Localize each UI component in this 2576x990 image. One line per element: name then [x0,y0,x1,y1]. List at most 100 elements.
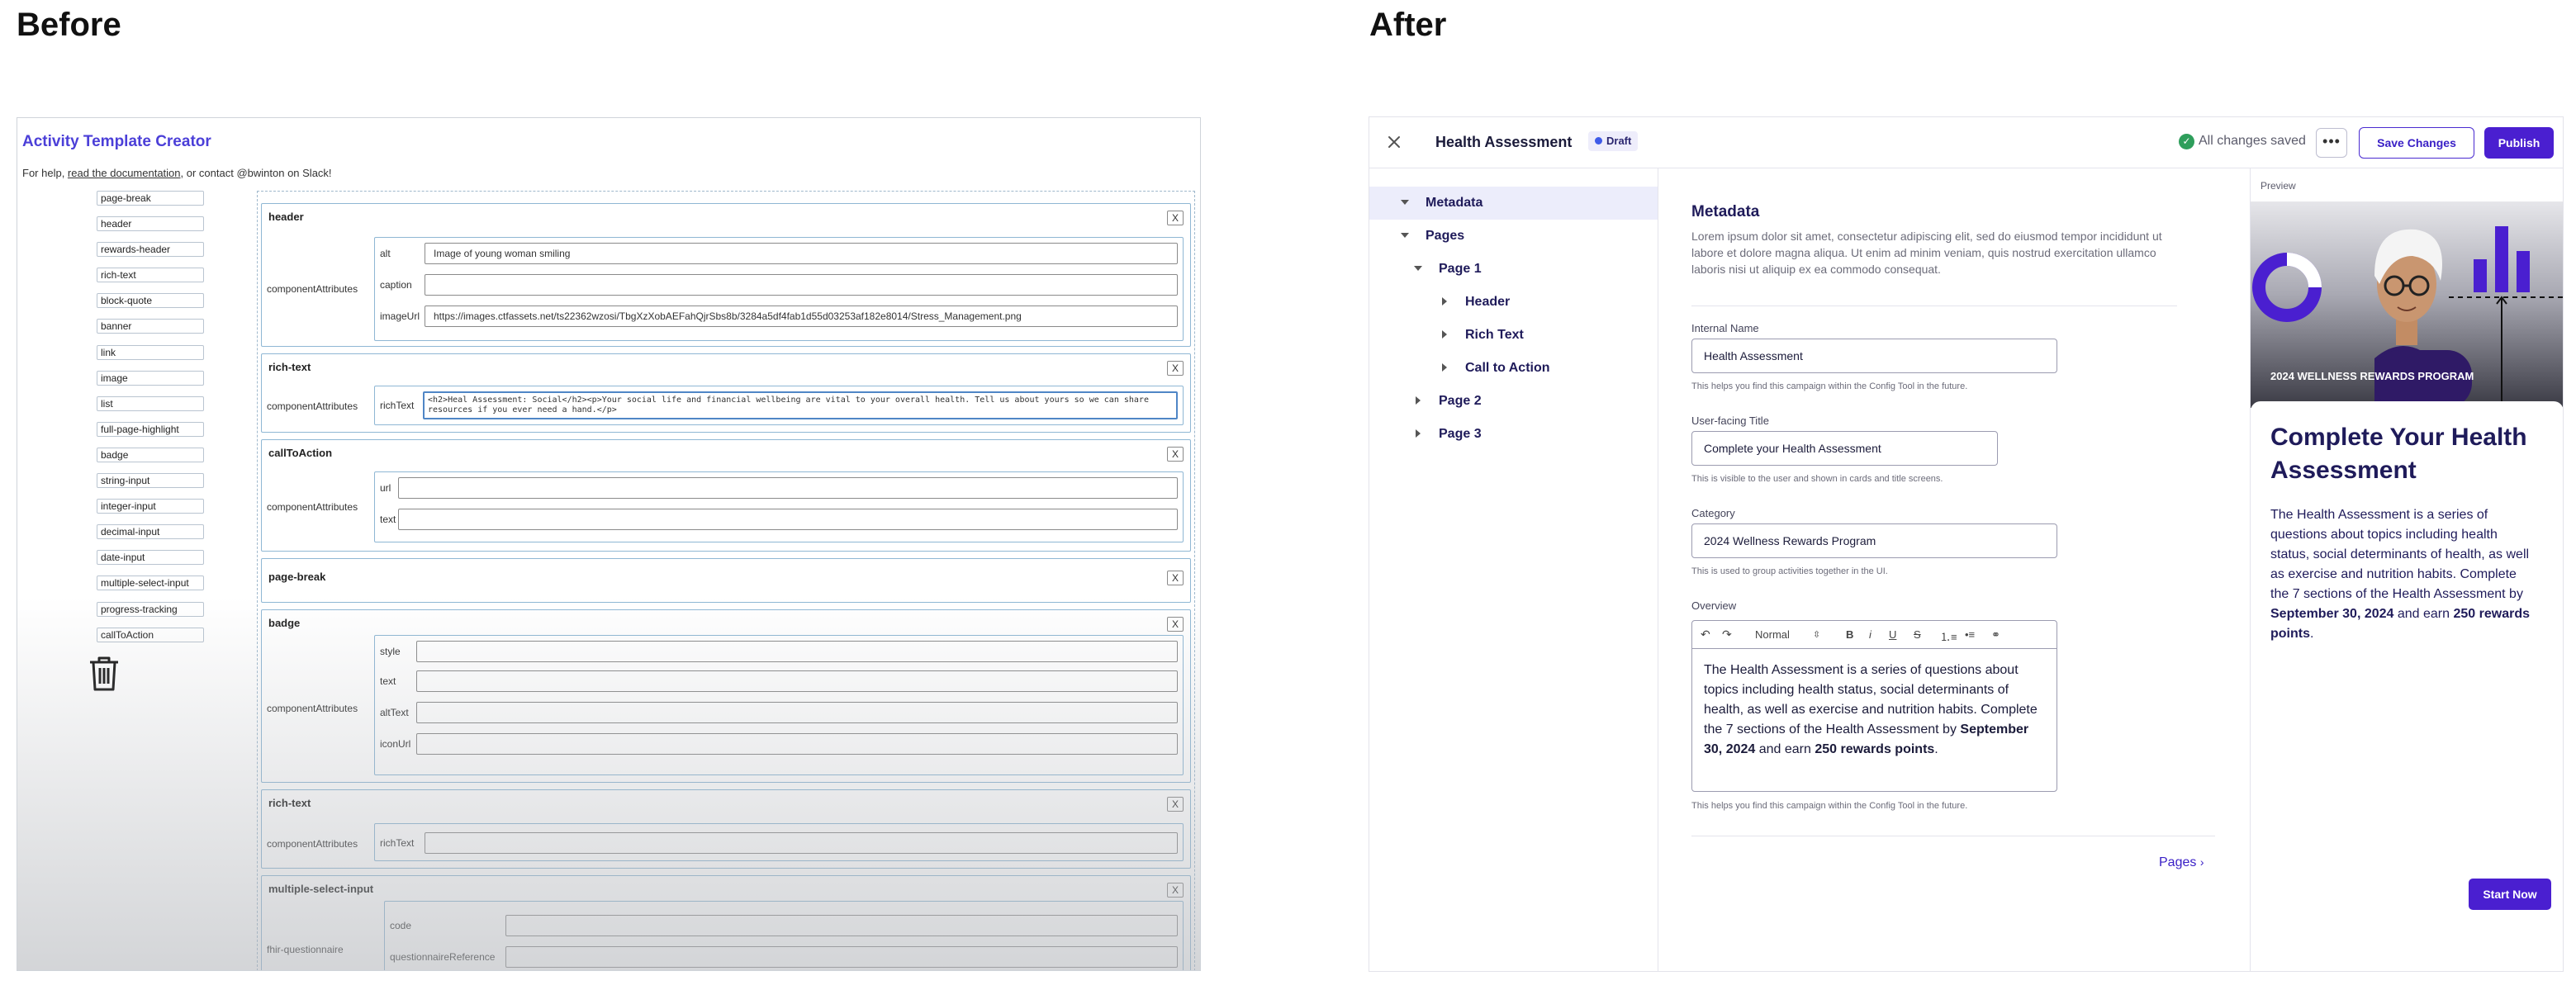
remove-block-button[interactable]: X [1167,883,1184,898]
chevron-down-icon[interactable] [1401,200,1409,205]
trash-icon[interactable] [87,655,121,693]
attr-label: richText [380,400,415,411]
redo-icon[interactable]: ↷ [1722,628,1732,642]
underline-icon[interactable]: U [1889,628,1896,641]
code-input[interactable] [505,915,1178,936]
component-attributes-label: componentAttributes [267,400,358,412]
overview-content[interactable]: The Health Assessment is a series of que… [1704,661,2047,760]
badge-block[interactable]: badge X componentAttributes style text a… [261,609,1191,783]
palette-item-page-break[interactable]: page-break [97,191,204,206]
remove-block-button[interactable]: X [1167,211,1184,225]
palette-item-badge[interactable]: badge [97,447,204,462]
remove-block-button[interactable]: X [1167,617,1184,632]
bulleted-list-icon[interactable]: •≡ [1965,628,1975,641]
remove-block-button[interactable]: X [1167,571,1184,585]
bold-icon[interactable]: B [1846,628,1853,641]
internal-name-field[interactable]: Health Assessment [1691,339,2057,373]
icon-url-input[interactable] [416,733,1178,755]
unfold-icon[interactable]: ⇳ [1813,629,1820,640]
hero-illustration: 2024 WELLNESS REWARDS PROGRAM [2251,201,2563,408]
chevron-right-icon[interactable] [1442,330,1447,339]
tree-item-call-to-action[interactable]: Call to Action [1369,352,1658,385]
link-icon[interactable]: ⚭ [1991,628,2000,642]
chevron-right-icon[interactable] [1416,396,1421,405]
section-description: Lorem ipsum dolor sit amet, consectetur … [1691,230,2162,276]
numbered-list-icon[interactable]: ⒈≡ [1940,628,1957,644]
documentation-link[interactable]: read the documentation [68,167,181,179]
tree-item-page-1[interactable]: Page 1 [1369,253,1658,286]
text-style-select[interactable]: Normal [1755,628,1790,641]
start-now-button[interactable]: Start Now [2469,879,2551,910]
palette-item-call-to-action[interactable]: callToAction [97,627,204,642]
palette-item-block-quote[interactable]: block-quote [97,293,204,309]
more-options-button[interactable]: ••• [2316,128,2347,158]
text-input[interactable] [398,509,1178,530]
tree-item-metadata[interactable]: Metadata [1369,187,1658,220]
alt-input[interactable]: Image of young woman smiling [425,243,1178,264]
caption-input[interactable] [425,274,1178,296]
palette-item-rewards-header[interactable]: rewards-header [97,242,204,258]
palette-item-progress-tracking[interactable]: progress-tracking [97,601,204,617]
rich-text-block[interactable]: rich-text X componentAttributes richText [261,789,1191,869]
multiple-select-input-block[interactable]: multiple-select-input X fhir-questionnai… [261,875,1191,970]
publish-button[interactable]: Publish [2484,127,2554,159]
structure-tree: Metadata Pages Page 1 Header Rich Text C… [1369,168,1658,971]
image-url-input[interactable]: https://images.ctfassets.net/ts22362wzos… [425,306,1178,327]
palette-item-date-input[interactable]: date-input [97,550,204,566]
tree-item-label: Page 3 [1439,427,1482,441]
palette-item-header[interactable]: header [97,216,204,232]
rich-text-block[interactable]: rich-text X componentAttributes richText… [261,353,1191,433]
chevron-right-icon[interactable] [1416,429,1421,438]
remove-block-button[interactable]: X [1167,361,1184,376]
user-title-field[interactable]: Complete your Health Assessment [1691,431,1998,466]
questionnaire-reference-input[interactable] [505,946,1178,968]
tree-item-page-2[interactable]: Page 2 [1369,385,1658,418]
category-label: Category [1691,507,1735,519]
text-input[interactable] [416,670,1178,692]
url-input[interactable] [398,477,1178,499]
tree-item-page-3[interactable]: Page 3 [1369,418,1658,451]
tree-item-pages[interactable]: Pages [1369,220,1658,253]
before-heading: Before [17,7,121,43]
remove-block-button[interactable]: X [1167,447,1184,462]
block-title: header [268,211,304,223]
overview-editor[interactable]: ↶ ↷ Normal ⇳ B i U S ⒈≡ •≡ ⚭ The Health … [1691,620,2057,792]
palette-item-banner[interactable]: banner [97,319,204,334]
chevron-down-icon[interactable] [1401,233,1409,238]
remove-block-button[interactable]: X [1167,797,1184,812]
palette-item-list[interactable]: list [97,396,204,411]
call-to-action-block[interactable]: callToAction X componentAttributes url t… [261,439,1191,552]
undo-icon[interactable]: ↶ [1701,628,1710,642]
italic-icon[interactable]: i [1869,628,1872,641]
user-title-label: User-facing Title [1691,414,1769,427]
palette-item-integer-input[interactable]: integer-input [97,499,204,514]
attr-row-style: style [380,639,1178,664]
page-break-block[interactable]: page-break X [261,558,1191,603]
help-suffix: , or contact @bwinton on Slack! [180,167,332,179]
chevron-right-icon[interactable] [1442,297,1447,306]
category-field[interactable]: 2024 Wellness Rewards Program [1691,523,2057,558]
palette-item-string-input[interactable]: string-input [97,473,204,489]
alt-text-input[interactable] [416,702,1178,723]
header-block[interactable]: header X componentAttributes alt Image o… [261,203,1191,347]
style-input[interactable] [416,641,1178,662]
palette-item-image[interactable]: image [97,370,204,386]
palette-item-link[interactable]: link [97,344,204,360]
close-icon[interactable] [1386,134,1402,150]
rich-text-input[interactable]: <h2>Heal Assessment: Social</h2><p>Your … [423,391,1178,419]
attr-label: iconUrl [380,738,411,750]
tree-item-header[interactable]: Header [1369,286,1658,319]
palette-item-rich-text[interactable]: rich-text [97,268,204,283]
chevron-right-icon[interactable] [1442,363,1447,372]
palette-item-full-page-highlight[interactable]: full-page-highlight [97,421,204,437]
strikethrough-icon[interactable]: S [1914,628,1921,641]
chevron-down-icon[interactable] [1414,266,1422,271]
attr-row-text: text [380,507,1178,532]
rich-text-input[interactable] [425,832,1178,854]
template-canvas: header X componentAttributes alt Image o… [257,191,1195,970]
palette-item-decimal-input[interactable]: decimal-input [97,524,204,540]
next-section-link[interactable]: Pages › [2159,855,2204,870]
save-changes-button[interactable]: Save Changes [2359,127,2474,159]
tree-item-rich-text[interactable]: Rich Text [1369,319,1658,352]
palette-item-multiple-select-input[interactable]: multiple-select-input [97,576,204,591]
